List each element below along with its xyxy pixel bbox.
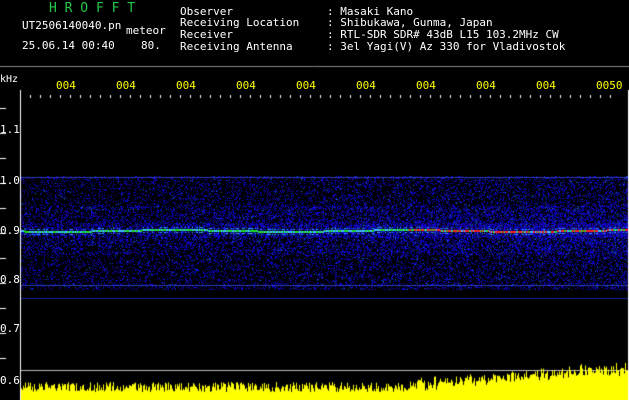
antenna-value: : 3el Yagi(V) Az 330 for Vladivostok (327, 40, 566, 53)
y-label: 0.7 (0, 322, 20, 335)
spectrogram-plot (0, 0, 629, 400)
rate-value: 80. (141, 39, 161, 52)
y-unit-label: kHz (0, 74, 19, 85)
mode-label: meteor (126, 24, 166, 37)
time-tick: 004 (476, 79, 496, 92)
file-name: UT2506140040.pn (22, 19, 122, 32)
brand-title: H R O F F T (49, 1, 136, 16)
time-tick: 004 (296, 79, 316, 92)
y-label: 1.0 (0, 174, 20, 187)
datetime: 25.06.14 00:40 (22, 39, 115, 52)
time-tick: 004 (236, 79, 256, 92)
time-tick: 0050 (596, 79, 623, 92)
y-label: 0.8 (0, 273, 20, 286)
location-label: Receiving Location (180, 16, 300, 29)
receiver-label: Receiver (180, 28, 233, 41)
time-tick: 004 (176, 79, 196, 92)
hrofft-screen: H R O F F T UT2506140040.pn meteor 25.06… (0, 0, 629, 400)
time-tick: 004 (536, 79, 556, 92)
time-tick: 004 (416, 79, 436, 92)
location-value: : Shibukawa, Gunma, Japan (327, 16, 493, 29)
time-tick: 004 (356, 79, 376, 92)
y-label: 0.9 (0, 224, 20, 237)
time-tick: 004 (116, 79, 136, 92)
antenna-label: Receiving Antenna (180, 40, 293, 53)
time-tick: 004 (56, 79, 76, 92)
y-label: 1.1 (0, 123, 20, 136)
receiver-value: : RTL-SDR SDR# 43dB L15 103.2MHz CW (327, 28, 559, 41)
y-label: 0.6 (0, 374, 20, 387)
